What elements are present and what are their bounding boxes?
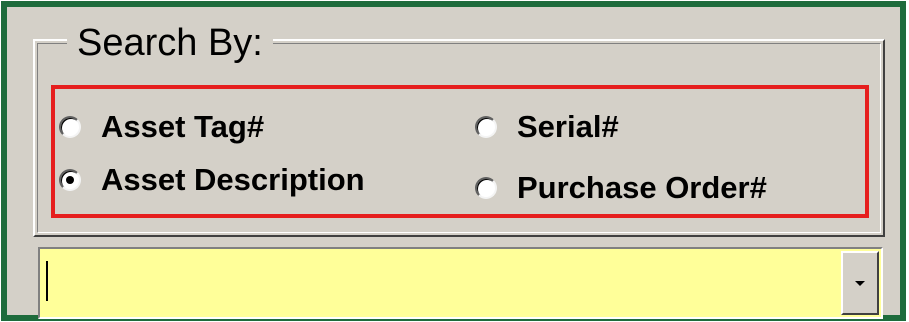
search-by-legend: Search By: bbox=[67, 19, 273, 67]
search-panel: Search By: Asset Tag# Asset Description … bbox=[1, 1, 906, 321]
radio-circle-icon bbox=[475, 177, 497, 199]
dropdown-button[interactable] bbox=[841, 251, 879, 315]
radio-label: Asset Description bbox=[101, 162, 365, 197]
radio-circle-icon bbox=[59, 116, 81, 138]
radio-asset-tag[interactable]: Asset Tag# bbox=[59, 109, 264, 145]
radio-circle-icon bbox=[59, 169, 81, 191]
radio-asset-description[interactable]: Asset Description bbox=[59, 162, 365, 198]
radio-serial[interactable]: Serial# bbox=[475, 109, 619, 145]
radio-label: Purchase Order# bbox=[517, 170, 767, 205]
search-combobox[interactable] bbox=[38, 247, 883, 319]
search-input[interactable] bbox=[42, 251, 842, 315]
radio-label: Asset Tag# bbox=[101, 109, 265, 144]
radio-purchase-order[interactable]: Purchase Order# bbox=[475, 170, 767, 206]
chevron-down-icon bbox=[855, 280, 865, 286]
radio-label: Serial# bbox=[517, 109, 619, 144]
text-caret bbox=[46, 261, 48, 301]
radio-circle-icon bbox=[475, 116, 497, 138]
